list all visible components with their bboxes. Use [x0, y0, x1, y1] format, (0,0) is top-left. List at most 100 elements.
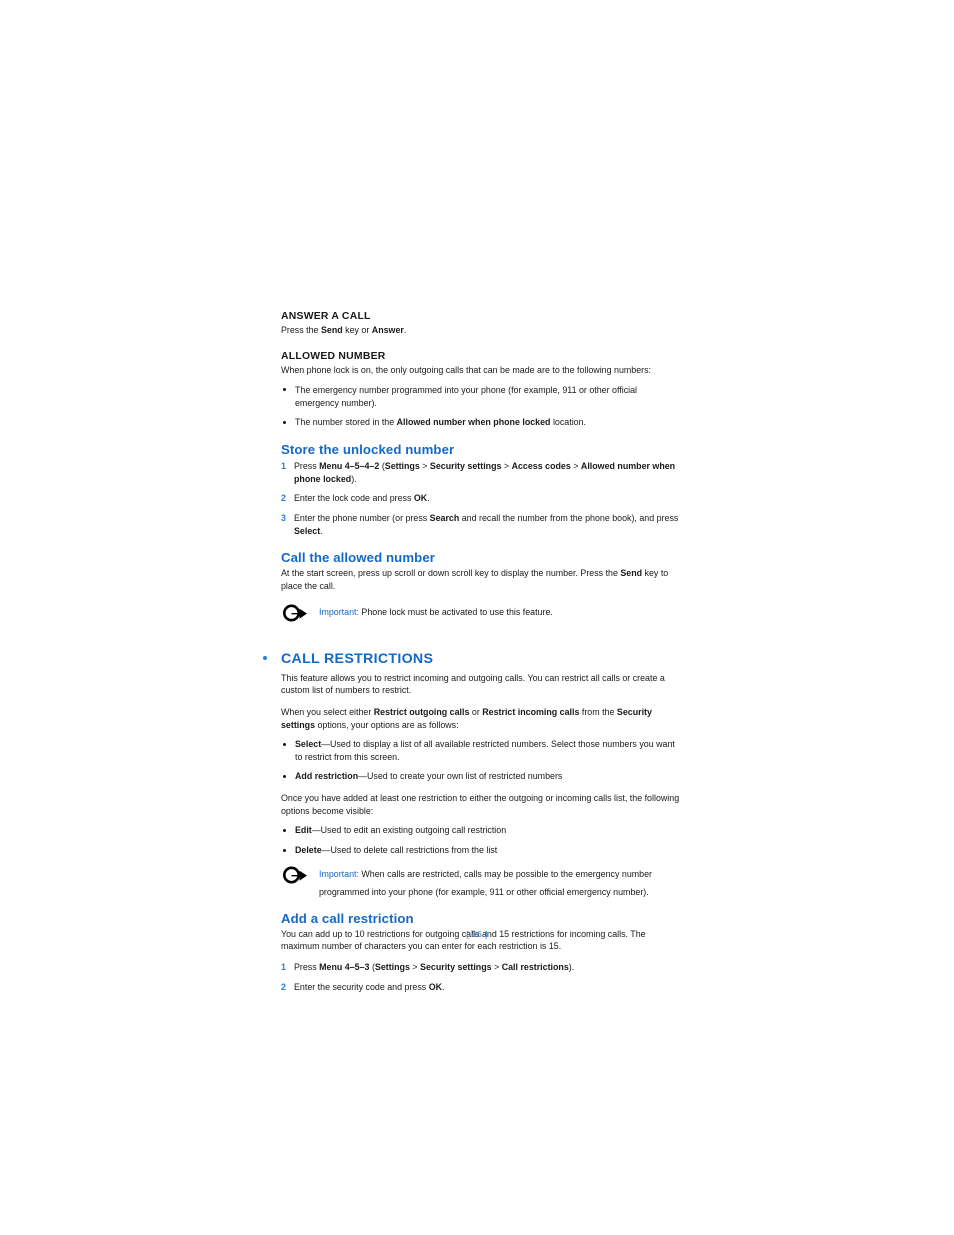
- option-text: —Used to edit an existing outgoing call …: [311, 825, 507, 836]
- step-item: 1 Press Menu 4–5–4–2 (Settings > Securit…: [281, 460, 683, 485]
- call-body-pre: At the start screen, press up scroll or …: [281, 568, 621, 579]
- para2-restrict-outgoing: Restrict outgoing calls: [373, 706, 470, 717]
- option-label-add-restriction: Add restriction: [295, 771, 359, 782]
- step-pre: Press: [294, 460, 320, 471]
- step-menu-path: Menu 4–5–3: [319, 962, 370, 973]
- option-text: —Used to display a list of all available…: [295, 739, 675, 762]
- step-access-codes: Access codes: [511, 460, 571, 471]
- section-bullet-icon: [263, 655, 267, 660]
- step-post: .: [427, 493, 430, 504]
- step-item: 2 Enter the lock code and press OK.: [281, 492, 683, 505]
- store-unlocked-number-steps: 1 Press Menu 4–5–4–2 (Settings > Securit…: [281, 460, 683, 537]
- heading-answer-a-call: ANSWER A CALL: [281, 311, 371, 322]
- answer-body-mid: key or: [342, 325, 372, 336]
- para2-pre: When you select either: [281, 706, 374, 717]
- step-select: Select: [294, 525, 321, 536]
- important-note-text: Important: When calls are restricted, ca…: [319, 869, 652, 897]
- step-settings: Settings: [384, 460, 420, 471]
- heading-add-a-call-restriction: Add a call restriction: [281, 910, 414, 926]
- step-post: .: [320, 525, 323, 536]
- list-item: Delete—Used to delete call restrictions …: [281, 844, 683, 857]
- step-menu-path: Menu 4–5–4–2: [319, 460, 380, 471]
- step-post: ).: [568, 962, 575, 973]
- option-text: —Used to create your own list of restric…: [358, 771, 563, 782]
- add-call-restriction-steps: 1 Press Menu 4–5–3 (Settings > Security …: [281, 961, 683, 993]
- heading-store-the-unlocked-number: Store the unlocked number: [281, 441, 455, 457]
- answer-body-pre: Press the: [281, 325, 321, 336]
- step-call-restrictions: Call restrictions: [501, 962, 569, 973]
- list-item: The emergency number programmed into you…: [281, 384, 683, 409]
- bullet-dot-icon: [283, 742, 286, 746]
- heading-call-restrictions: CALL RESTRICTIONS: [263, 649, 683, 669]
- step-mid: and recall the number from the phone boo…: [459, 512, 679, 523]
- para2-mid-2: from the: [579, 706, 617, 717]
- important-note-phone-lock: Important: Phone lock must be activated …: [281, 602, 683, 626]
- step-post: .: [442, 981, 445, 992]
- section-title-text: CALL RESTRICTIONS: [281, 650, 434, 667]
- step-post: ).: [351, 473, 357, 484]
- call-allowed-number-body: At the start screen, press up scroll or …: [281, 567, 683, 592]
- para2-mid-1: or: [469, 706, 483, 717]
- bullet-text: The emergency number programmed into you…: [295, 384, 638, 408]
- para2-restrict-incoming: Restrict incoming calls: [482, 706, 580, 717]
- list-item: Edit—Used to edit an existing outgoing c…: [281, 824, 683, 837]
- step-settings: Settings: [374, 962, 410, 973]
- step-number: 1: [281, 962, 286, 973]
- answer-body-post: .: [403, 325, 407, 336]
- step-gt: >: [491, 962, 502, 973]
- important-arrow-icon: [282, 603, 308, 623]
- step-security-settings: Security settings: [429, 460, 502, 471]
- option-text: —Used to delete call restrictions from t…: [321, 845, 498, 856]
- important-note-emergency: Important: When calls are restricted, ca…: [281, 864, 683, 900]
- step-number: 1: [281, 460, 286, 471]
- important-label: Important:: [319, 606, 359, 617]
- bullet-dot-icon: [283, 420, 286, 424]
- answer-a-call-body: Press the Send key or Answer.: [281, 324, 683, 337]
- important-arrow-icon: [282, 865, 308, 885]
- answer-body-send: Send: [320, 325, 343, 336]
- call-restrictions-options-list-2: Edit—Used to edit an existing outgoing c…: [281, 824, 683, 856]
- bullet-dot-icon: [283, 848, 286, 852]
- bullet-dot-icon: [283, 388, 286, 392]
- step-pre: Enter the lock code and press: [294, 493, 414, 504]
- important-note-text: Important: Phone lock must be activated …: [319, 607, 553, 617]
- step-ok: OK: [428, 981, 442, 992]
- heading-allowed-number: ALLOWED NUMBER: [281, 350, 386, 362]
- step-security-settings: Security settings: [420, 962, 492, 973]
- step-pre: Press: [294, 962, 320, 973]
- step-gt: >: [501, 460, 512, 471]
- call-body-send: Send: [620, 568, 643, 579]
- answer-body-answer: Answer: [371, 325, 404, 336]
- step-number: 2: [281, 493, 286, 504]
- page-number: [ 56 ]: [466, 929, 488, 939]
- step-gt: >: [409, 962, 421, 973]
- important-body: Phone lock must be activated to use this…: [358, 606, 553, 617]
- step-item: 1 Press Menu 4–5–3 (Settings > Security …: [281, 961, 683, 974]
- step-item: 3 Enter the phone number (or press Searc…: [281, 512, 683, 537]
- step-pre: Enter the phone number (or press: [294, 512, 430, 523]
- important-body: When calls are restricted, calls may be …: [319, 868, 652, 897]
- step-number: 2: [281, 981, 286, 992]
- bullet-dot-icon: [283, 774, 286, 778]
- step-search: Search: [429, 512, 460, 523]
- list-item: Add restriction—Used to create your own …: [281, 770, 683, 783]
- bullet-text-pre: The number stored in the: [295, 417, 397, 428]
- call-restrictions-para-2: When you select either Restrict outgoing…: [281, 706, 683, 731]
- step-item: 2 Enter the security code and press OK.: [281, 981, 683, 994]
- list-item: The number stored in the Allowed number …: [281, 416, 683, 429]
- document-page: ANSWER A CALL Press the Send key or Answ…: [0, 0, 954, 1235]
- step-gt: >: [419, 460, 430, 471]
- allowed-number-bullet-list: The emergency number programmed into you…: [281, 384, 683, 429]
- heading-call-the-allowed-number: Call the allowed number: [281, 550, 435, 566]
- step-number: 3: [281, 512, 286, 523]
- bullet-text-bold: Allowed number when phone locked: [396, 417, 551, 428]
- option-label-select: Select: [295, 739, 322, 750]
- option-label-edit: Edit: [295, 825, 312, 836]
- step-pre: Enter the security code and press: [294, 981, 429, 992]
- bullet-dot-icon: [283, 828, 286, 832]
- text-column: ANSWER A CALL Press the Send key or Answ…: [263, 310, 683, 993]
- call-restrictions-para-1: This feature allows you to restrict inco…: [281, 672, 665, 696]
- step-gt: >: [570, 460, 581, 471]
- allowed-number-intro: When phone lock is on, the only outgoing…: [281, 365, 652, 376]
- bullet-text-post: location.: [550, 417, 587, 428]
